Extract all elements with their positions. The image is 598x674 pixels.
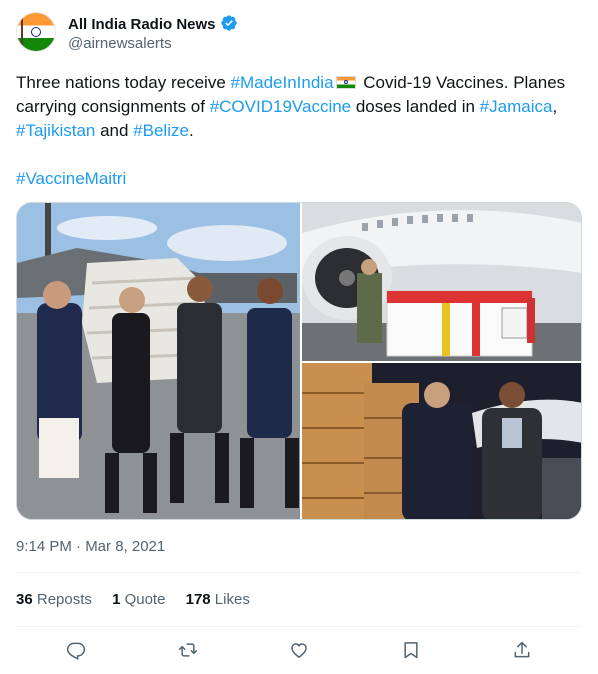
avatar[interactable] xyxy=(16,12,56,52)
hashtag-link[interactable]: #VaccineMaitri xyxy=(16,169,126,188)
quotes-stat[interactable]: 1 Quote xyxy=(112,591,165,608)
likes-label: Likes xyxy=(210,591,250,608)
tweet-paragraph: Three nations today receive #MadeInIndia… xyxy=(16,71,582,143)
reply-icon xyxy=(66,642,86,660)
author-name-row[interactable]: All India Radio News xyxy=(68,14,238,36)
quotes-label: Quote xyxy=(120,591,166,608)
likes-count: 178 xyxy=(185,591,211,608)
bookmark-button[interactable] xyxy=(397,636,425,664)
india-flag-icon xyxy=(335,76,356,89)
like-button[interactable] xyxy=(285,636,313,664)
repost-button[interactable] xyxy=(174,636,202,664)
hashtag-link[interactable]: #COVID19Vaccine xyxy=(210,97,351,116)
tweet-text: Three nations today receive #MadeInIndia… xyxy=(16,71,582,191)
share-button[interactable] xyxy=(508,636,536,664)
tweet-text-segment: , xyxy=(552,97,558,116)
hashtag-link[interactable]: #Belize xyxy=(133,121,189,140)
photo-aircraft-vaccine-pallet[interactable] xyxy=(302,203,581,361)
tweet-text-segment: doses landed in xyxy=(351,97,480,116)
tweet-text-segment: and xyxy=(95,121,134,140)
photo-officials-with-boxes[interactable] xyxy=(302,363,581,519)
share-icon xyxy=(514,641,530,658)
hashtag-link[interactable]: #Tajikistan xyxy=(16,121,95,140)
hashtag-link[interactable]: #MadeInIndia xyxy=(231,73,334,92)
hashtag-link[interactable]: #Jamaica xyxy=(480,97,553,116)
tweet-paragraph: #VaccineMaitri xyxy=(16,167,582,191)
reply-button[interactable] xyxy=(62,636,90,664)
tweet-text-segment: Three nations today receive xyxy=(16,73,231,92)
reposts-stat[interactable]: 36 Reposts xyxy=(16,591,92,608)
tweet-timestamp[interactable]: 9:14 PM · Mar 8, 2021 xyxy=(16,538,165,555)
bookmark-icon xyxy=(403,642,418,659)
tweet-header: All India Radio News @airnewsalerts xyxy=(16,10,582,58)
action-bar xyxy=(16,636,582,664)
engagement-stats: 36 Reposts 1 Quote 178 Likes xyxy=(16,591,266,608)
tweet-text-segment: . xyxy=(188,121,194,140)
repost-icon xyxy=(178,643,197,657)
reposts-count: 36 xyxy=(16,591,33,608)
photo-airport-officials[interactable] xyxy=(17,203,300,519)
divider xyxy=(16,626,582,627)
author-name[interactable]: All India Radio News xyxy=(68,16,216,33)
author-handle[interactable]: @airnewsalerts xyxy=(68,35,172,52)
like-icon xyxy=(291,643,307,658)
media-grid xyxy=(16,202,582,520)
divider xyxy=(16,572,582,573)
likes-stat[interactable]: 178 Likes xyxy=(186,591,250,608)
reposts-label: Reposts xyxy=(32,591,92,608)
verified-badge-icon xyxy=(220,14,238,36)
